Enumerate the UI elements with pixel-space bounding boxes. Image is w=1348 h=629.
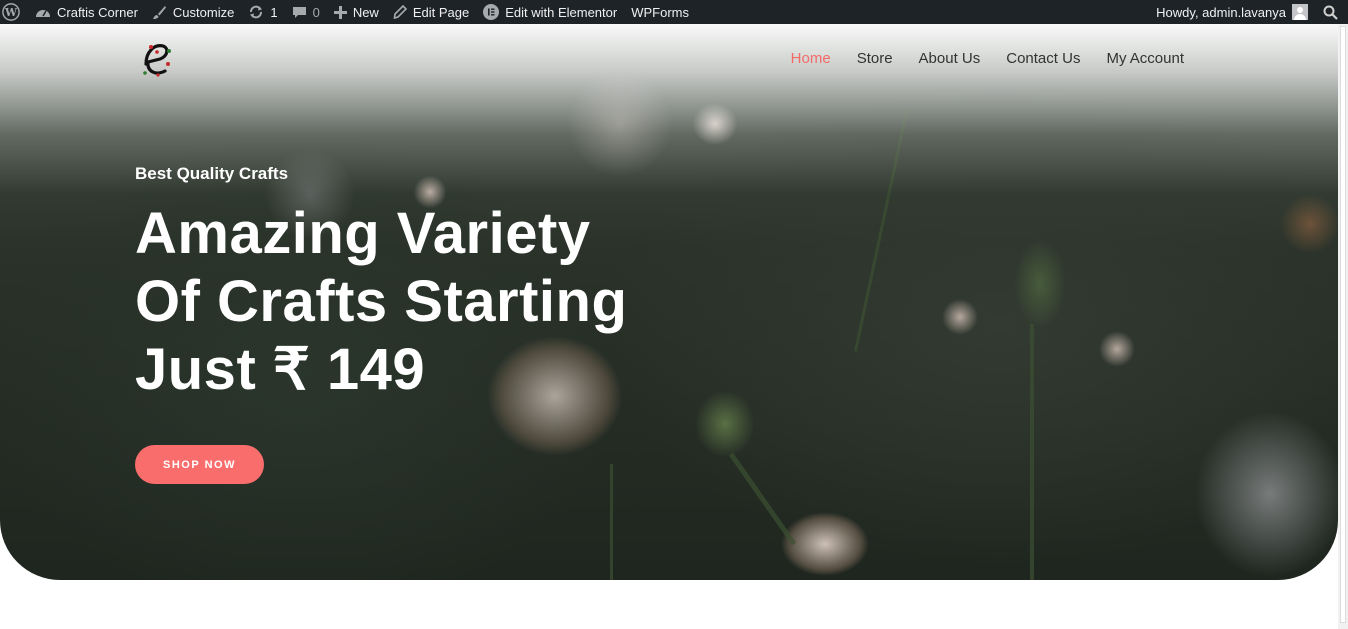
nav-my-account[interactable]: My Account bbox=[1106, 50, 1184, 67]
nav-contact-us[interactable]: Contact Us bbox=[1006, 50, 1080, 67]
customize-label: Customize bbox=[172, 4, 235, 20]
updates-icon bbox=[248, 4, 264, 20]
search-icon bbox=[1323, 5, 1338, 20]
scrollbar-thumb[interactable] bbox=[1340, 26, 1346, 623]
nav-store[interactable]: Store bbox=[857, 50, 893, 67]
pencil-icon bbox=[393, 5, 407, 19]
edit-page-label: Edit Page bbox=[412, 4, 470, 20]
comments-count: 0 bbox=[312, 4, 320, 20]
comments-link[interactable]: 0 bbox=[285, 0, 327, 24]
nav-about-us[interactable]: About Us bbox=[919, 50, 981, 67]
hero-tagline: Best Quality Crafts bbox=[135, 164, 289, 183]
updates-link[interactable]: 1 bbox=[241, 0, 284, 24]
admin-search-button[interactable] bbox=[1315, 0, 1348, 24]
elementor-icon bbox=[483, 4, 500, 20]
avatar bbox=[1292, 4, 1308, 20]
my-account-menu[interactable]: Howdy, admin.lavanya bbox=[1149, 0, 1315, 24]
new-label: New bbox=[352, 4, 379, 20]
elementor-label: Edit with Elementor bbox=[505, 4, 618, 20]
site-name-label: Craftis Corner bbox=[57, 4, 138, 20]
plus-icon bbox=[333, 5, 347, 19]
howdy-label: Howdy, admin.lavanya bbox=[1156, 4, 1286, 20]
wordpress-icon: W bbox=[2, 3, 20, 21]
nav-home[interactable]: Home bbox=[791, 50, 831, 67]
customize-link[interactable]: Customize bbox=[145, 0, 241, 24]
wordpress-logo-button[interactable]: W bbox=[0, 0, 28, 24]
new-content-link[interactable]: New bbox=[327, 0, 386, 24]
dashboard-icon bbox=[35, 5, 51, 19]
shop-now-button[interactable]: SHOP NOW bbox=[135, 445, 264, 484]
edit-page-link[interactable]: Edit Page bbox=[386, 0, 476, 24]
wpforms-link[interactable]: WPForms bbox=[624, 0, 696, 24]
site-logo[interactable] bbox=[138, 38, 176, 80]
site-name-link[interactable]: Craftis Corner bbox=[28, 0, 145, 24]
headline-line-1: Amazing Variety bbox=[135, 201, 591, 266]
comment-icon bbox=[292, 5, 307, 20]
page-scrollbar[interactable] bbox=[1338, 24, 1348, 629]
elementor-link[interactable]: Edit with Elementor bbox=[476, 0, 624, 24]
updates-count: 1 bbox=[270, 4, 278, 20]
headline-line-3: Just ₹ 149 bbox=[135, 337, 426, 402]
main-navigation: Home Store About Us Contact Us My Accoun… bbox=[791, 50, 1184, 67]
hero-headline: Amazing Variety Of Crafts Starting Just … bbox=[135, 200, 695, 404]
headline-line-2: Of Crafts Starting bbox=[135, 269, 628, 334]
wpforms-label: WPForms bbox=[631, 4, 689, 20]
hero-section: Home Store About Us Contact Us My Accoun… bbox=[0, 24, 1338, 580]
admin-bar: W Craftis Corner Customize 1 0 New Edit … bbox=[0, 0, 1348, 24]
svg-text:W: W bbox=[4, 6, 18, 19]
brush-icon bbox=[152, 5, 167, 20]
